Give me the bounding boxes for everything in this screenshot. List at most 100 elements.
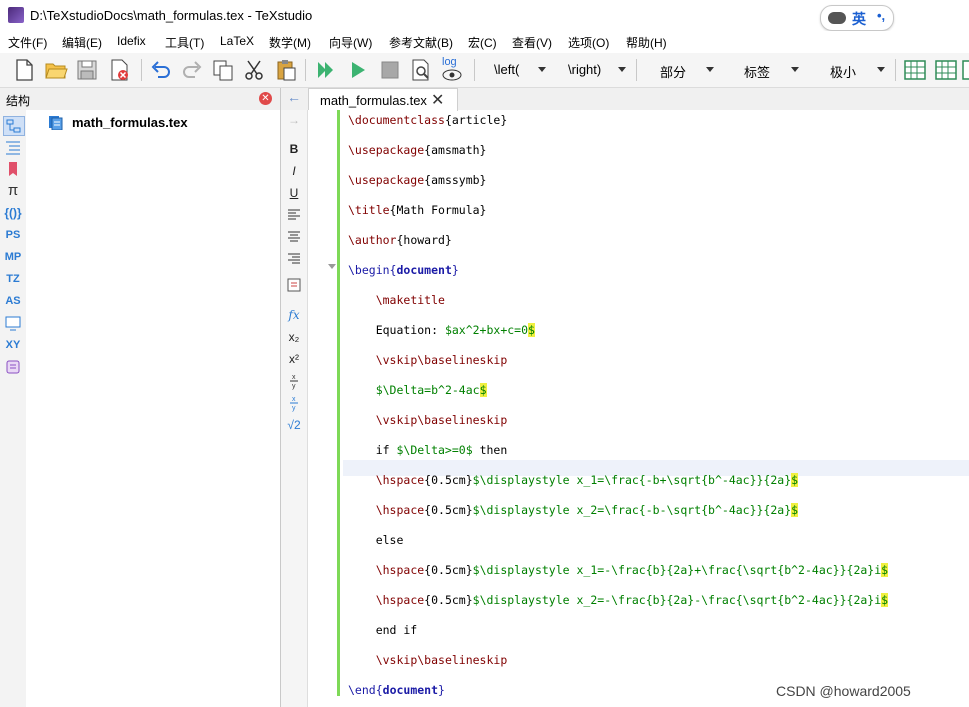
script-icon[interactable] bbox=[3, 358, 23, 376]
watermark: CSDN @howard2005 bbox=[776, 683, 911, 699]
menu-tools[interactable]: 工具(T) bbox=[165, 34, 204, 51]
save-icon[interactable] bbox=[75, 58, 99, 82]
code-line[interactable]: \title{Math Formula} bbox=[348, 201, 486, 219]
align-right-icon[interactable] bbox=[285, 250, 303, 268]
tabular-icon[interactable] bbox=[903, 58, 927, 82]
menu-wizards[interactable]: 向导(W) bbox=[329, 34, 372, 51]
code-line[interactable]: Equation: $ax^2+bx+c=0$ bbox=[348, 321, 535, 339]
dfrac-icon[interactable]: xy bbox=[285, 394, 303, 412]
redo-icon[interactable] bbox=[180, 58, 204, 82]
chevron-down-icon bbox=[791, 67, 799, 72]
align-center-icon[interactable] bbox=[285, 228, 303, 246]
fraction-icon[interactable]: xy bbox=[285, 372, 303, 390]
code-line[interactable]: \vskip\baselineskip bbox=[348, 411, 508, 429]
toolbar-separator bbox=[474, 59, 475, 81]
menu-edit[interactable]: 编辑(E) bbox=[62, 34, 102, 51]
left-delimiter-combo[interactable]: \left( bbox=[482, 59, 550, 81]
bookmark-icon[interactable] bbox=[3, 160, 23, 178]
as-panel-icon[interactable]: AS bbox=[3, 292, 23, 310]
tz-panel-icon[interactable]: TZ bbox=[3, 270, 23, 288]
code-line[interactable]: \hspace{0.5cm}$\displaystyle x_2=-\frac{… bbox=[348, 591, 889, 609]
menu-latex[interactable]: LaTeX bbox=[220, 34, 254, 48]
copy-icon[interactable] bbox=[211, 58, 235, 82]
log-label: log bbox=[442, 56, 457, 68]
code-line[interactable]: \end{document} bbox=[348, 681, 445, 699]
paste-icon[interactable] bbox=[274, 58, 298, 82]
arrow-left-icon[interactable]: ← bbox=[287, 89, 301, 105]
code-line[interactable]: \hspace{0.5cm}$\displaystyle x_2=\frac{-… bbox=[348, 501, 799, 519]
compile-icon[interactable] bbox=[346, 58, 370, 82]
cut-icon[interactable] bbox=[242, 58, 266, 82]
array-icon[interactable] bbox=[934, 58, 958, 82]
mp-panel-icon[interactable]: MP bbox=[3, 248, 23, 266]
svg-text:y: y bbox=[292, 405, 296, 412]
structure-panel: 结构 ✕ π {()} PS MP TZ AS XY math_formulas… bbox=[0, 88, 281, 707]
close-document-icon[interactable] bbox=[107, 58, 131, 82]
view-log-button[interactable]: log bbox=[440, 56, 464, 84]
code-line[interactable]: \vskip\baselineskip bbox=[348, 351, 508, 369]
code-line[interactable]: end if bbox=[348, 621, 418, 639]
ime-indicator[interactable]: 英 •, bbox=[820, 5, 894, 31]
align-left-icon[interactable] bbox=[285, 206, 303, 224]
code-line[interactable]: \documentclass{article} bbox=[348, 111, 507, 129]
newline-icon[interactable] bbox=[285, 276, 303, 294]
size-label: 极小 bbox=[830, 65, 857, 80]
code-line[interactable]: \hspace{0.5cm}$\displaystyle x_1=-\frac{… bbox=[348, 561, 889, 579]
side-panel-selector: π {()} PS MP TZ AS XY bbox=[0, 110, 26, 707]
menu-macros[interactable]: 宏(C) bbox=[468, 34, 497, 51]
code-line[interactable]: \usepackage{amsmath} bbox=[348, 141, 486, 159]
chevron-down-icon bbox=[538, 67, 546, 72]
pi-symbols-icon[interactable]: π bbox=[3, 182, 23, 200]
code-line[interactable]: \usepackage{amssymb} bbox=[348, 171, 486, 189]
xy-panel-icon[interactable]: XY bbox=[3, 336, 23, 354]
menu-bibliography[interactable]: 参考文献(B) bbox=[389, 34, 453, 51]
sqrt-button[interactable]: √2 bbox=[285, 416, 303, 434]
menu-options[interactable]: 选项(O) bbox=[568, 34, 609, 51]
tab-math-formulas[interactable]: math_formulas.tex ✕ bbox=[308, 88, 458, 111]
references-combo[interactable]: 标签 bbox=[724, 59, 802, 81]
underline-button[interactable]: U bbox=[285, 184, 303, 202]
fold-marker-icon[interactable] bbox=[328, 264, 336, 269]
close-icon[interactable]: ✕ bbox=[259, 92, 272, 105]
tabbing-icon[interactable] bbox=[962, 58, 969, 82]
code-line[interactable]: \hspace{0.5cm}$\displaystyle x_1=\frac{-… bbox=[348, 471, 799, 489]
subscript-button[interactable]: x₂ bbox=[285, 328, 303, 346]
undo-icon[interactable] bbox=[149, 58, 173, 82]
close-tab-icon[interactable]: ✕ bbox=[431, 90, 444, 110]
monitor-icon[interactable] bbox=[3, 314, 23, 332]
new-file-icon[interactable] bbox=[12, 58, 36, 82]
menu-math[interactable]: 数学(M) bbox=[269, 34, 311, 51]
structure-title: 结构 bbox=[6, 94, 31, 108]
format-palette: → B I U fx x₂ x² xy xy √2 bbox=[281, 110, 308, 707]
right-delimiter-combo[interactable]: \right) bbox=[556, 59, 630, 81]
braces-icon[interactable]: {()} bbox=[3, 204, 23, 222]
toc-icon[interactable] bbox=[3, 138, 23, 156]
size-combo[interactable]: 极小 bbox=[810, 59, 890, 81]
code-line[interactable]: if $\Delta>=0$ then bbox=[348, 441, 508, 459]
menu-view[interactable]: 查看(V) bbox=[512, 34, 552, 51]
code-line[interactable]: $\Delta=b^2-4ac$ bbox=[348, 381, 487, 399]
menu-idefix[interactable]: Idefix bbox=[117, 34, 146, 48]
function-button[interactable]: fx bbox=[285, 306, 303, 324]
chevron-down-icon bbox=[618, 67, 626, 72]
code-line[interactable]: \begin{document} bbox=[348, 261, 459, 279]
code-line[interactable]: \author{howard} bbox=[348, 231, 452, 249]
stop-icon[interactable] bbox=[378, 58, 402, 82]
structure-tree-icon[interactable] bbox=[3, 116, 25, 136]
menu-file[interactable]: 文件(F) bbox=[8, 34, 47, 51]
ps-panel-icon[interactable]: PS bbox=[3, 226, 23, 244]
open-folder-icon[interactable] bbox=[44, 58, 68, 82]
sectioning-combo[interactable]: 部分 bbox=[642, 59, 718, 81]
bold-button[interactable]: B bbox=[285, 140, 303, 158]
view-pdf-icon[interactable] bbox=[409, 58, 433, 82]
arrow-right-icon[interactable]: → bbox=[285, 111, 303, 129]
code-line[interactable]: \maketitle bbox=[348, 291, 445, 309]
menu-help[interactable]: 帮助(H) bbox=[626, 34, 667, 51]
structure-header: 结构 ✕ bbox=[0, 88, 280, 110]
code-editor[interactable]: \documentclass{article} \usepackage{amsma… bbox=[343, 110, 969, 707]
italic-button[interactable]: I bbox=[285, 162, 303, 180]
code-line[interactable]: \vskip\baselineskip bbox=[348, 651, 508, 669]
code-line[interactable]: else bbox=[348, 531, 404, 549]
superscript-button[interactable]: x² bbox=[285, 350, 303, 368]
build-view-icon[interactable] bbox=[314, 58, 338, 82]
